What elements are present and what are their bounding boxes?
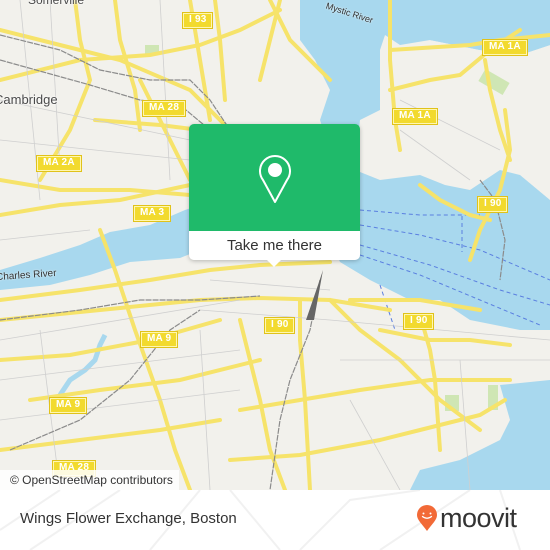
take-me-there-label: Take me there [226, 237, 323, 254]
take-me-there-button[interactable]: Take me there [189, 231, 360, 260]
map-widget: Somerville Cambridge Mystic River Charle… [0, 0, 550, 550]
shield-ma1a-top: MA 1A [482, 39, 528, 56]
popup-pointer [267, 260, 281, 267]
shield-ma28-top: MA 28 [141, 100, 187, 117]
shield-i93: I 93 [181, 12, 214, 29]
shield-ma1a-mid: MA 1A [392, 108, 438, 125]
shield-ma9-west: MA 9 [48, 397, 88, 414]
park [478, 68, 510, 96]
moovit-smiley-pin-icon [417, 504, 437, 531]
map-view[interactable]: Somerville Cambridge Mystic River Charle… [0, 0, 550, 490]
footer-bar: Wings Flower Exchange, Boston moovit [0, 490, 550, 550]
moovit-wordmark: moovit [440, 503, 517, 533]
shield-i90-south: I 90 [402, 313, 435, 330]
location-pin-icon [259, 155, 291, 203]
shield-ma9-center: MA 9 [139, 331, 179, 348]
moovit-logo[interactable]: moovit [416, 503, 517, 533]
place-name: Wings Flower Exchange, Boston [20, 510, 237, 527]
label-cambridge: Cambridge [0, 92, 58, 107]
directions-popup: Take me there [189, 124, 360, 267]
shield-ma3: MA 3 [132, 205, 172, 222]
shield-i90-center: I 90 [263, 317, 296, 334]
shield-i90-east: I 90 [476, 196, 509, 213]
label-somerville: Somerville [28, 0, 85, 7]
popup-header[interactable] [189, 124, 360, 231]
station-platform [306, 270, 323, 320]
map-attribution[interactable]: © OpenStreetMap contributors [0, 470, 179, 490]
shield-ma2a: MA 2A [36, 155, 82, 172]
